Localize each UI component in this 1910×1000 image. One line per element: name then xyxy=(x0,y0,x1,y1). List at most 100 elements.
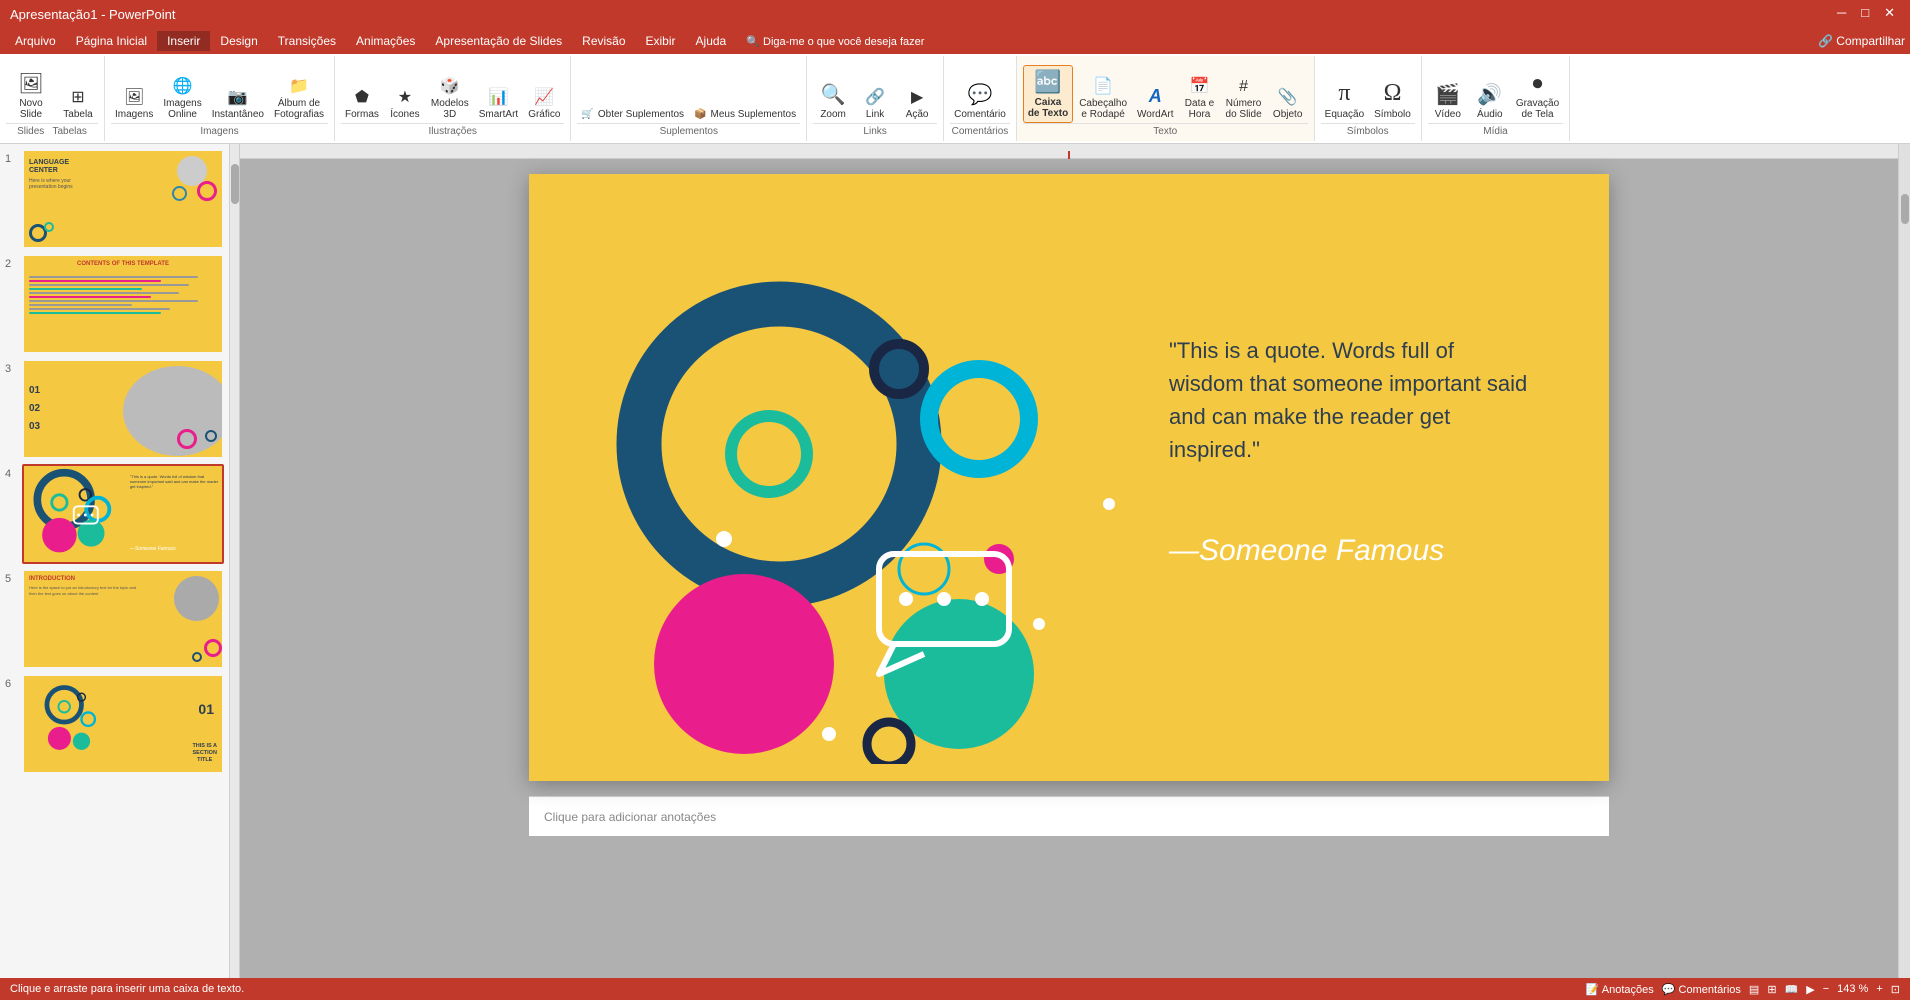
menu-animacoes[interactable]: Animações xyxy=(346,31,425,51)
modelos3d-btn[interactable]: 🎲 Modelos 3D xyxy=(427,73,473,123)
ribbon-group-links: 🔍 Zoom 🔗 Link ▶ Ação Links xyxy=(807,56,944,141)
menu-exibir[interactable]: Exibir xyxy=(636,31,686,51)
obter-suplementos-btn[interactable]: 🛒 Obter Suplementos xyxy=(577,106,688,123)
slide-panel-scrollbar[interactable] xyxy=(230,144,240,978)
comentarios-btn[interactable]: 💬 Comentários xyxy=(1662,983,1741,996)
link-btn[interactable]: 🔗 Link xyxy=(855,84,895,123)
comentario-btn[interactable]: 💬 Comentário xyxy=(950,79,1010,123)
zoom-plus-btn[interactable]: + xyxy=(1876,983,1882,995)
numero-slide-btn[interactable]: # Número do Slide xyxy=(1222,75,1266,123)
equacao-btn[interactable]: π Equação xyxy=(1321,77,1368,123)
anotacoes-btn[interactable]: 📝 Anotações xyxy=(1586,983,1654,996)
menu-transicoes[interactable]: Transições xyxy=(268,31,346,51)
audio-btn[interactable]: 🔊 Áudio xyxy=(1470,79,1510,123)
menu-inserir[interactable]: Inserir xyxy=(157,31,210,51)
album-btn[interactable]: 📁 Álbum de Fotografias xyxy=(270,73,328,123)
formas-btn[interactable]: ⬟ Formas xyxy=(341,84,383,123)
smartart-btn[interactable]: 📊 SmartArt xyxy=(475,84,522,123)
title-bar-text: Apresentação1 - PowerPoint xyxy=(10,7,175,22)
right-scrollbar[interactable] xyxy=(1898,144,1910,978)
slide-thumb-3[interactable]: 3 010203 xyxy=(5,359,224,459)
grafico-icon: 📈 xyxy=(534,87,554,107)
scrollbar-thumb[interactable] xyxy=(231,164,239,204)
quote-text: "This is a quote. Words full of wisdom t… xyxy=(1169,334,1529,466)
main-area: 1 LANGUAGECENTER Here is where yourprese… xyxy=(0,144,1910,978)
gravacao-tela-btn[interactable]: ⏺ Gravação de Tela xyxy=(1512,70,1563,123)
menu-ajuda[interactable]: Ajuda xyxy=(686,31,737,51)
ruler-top xyxy=(240,144,1898,159)
normal-view-btn[interactable]: ▤ xyxy=(1749,983,1759,996)
numero-slide-icon: # xyxy=(1239,78,1248,96)
share-btn[interactable]: 🔗 Compartilhar xyxy=(1818,34,1905,48)
imagens-group-label: Imagens xyxy=(111,123,328,137)
notes-bar[interactable]: Clique para adicionar anotações xyxy=(529,796,1609,836)
menu-arquivo[interactable]: Arquivo xyxy=(5,31,66,51)
imagens-btn[interactable]: 🖼 Imagens xyxy=(111,84,157,123)
slide-preview-4[interactable]: "This is a quote. Words full of wisdom t… xyxy=(22,464,224,564)
instantaneo-btn[interactable]: 📷 Instantâneo xyxy=(208,84,268,123)
right-scrollbar-thumb[interactable] xyxy=(1901,194,1909,224)
slide-preview-6[interactable]: 01 THIS IS ASECTIONTITLE xyxy=(22,674,224,774)
ribbon-group-comentarios: 💬 Comentário Comentários xyxy=(944,56,1017,141)
menu-revisao[interactable]: Revisão xyxy=(572,31,635,51)
formas-icon: ⬟ xyxy=(355,87,369,107)
grafico-btn[interactable]: 📈 Gráfico xyxy=(524,84,564,123)
obter-suplementos-icon: 🛒 xyxy=(581,109,593,120)
circles-decoration-svg xyxy=(579,224,1139,764)
slide-preview-3[interactable]: 010203 xyxy=(22,359,224,459)
menu-pagina-inicial[interactable]: Página Inicial xyxy=(66,31,157,51)
wordart-btn[interactable]: A WordArt xyxy=(1133,83,1178,123)
novo-slide-icon: 🖼 xyxy=(18,71,43,96)
minimize-btn[interactable]: ─ xyxy=(1837,5,1846,21)
ribbon-group-imagens: 🖼 Imagens 🌐 Imagens Online 📷 Instantâneo… xyxy=(105,56,335,141)
slide-sorter-btn[interactable]: ⊞ xyxy=(1767,983,1776,996)
thumb5-pink-circle xyxy=(204,639,222,657)
slide-preview-2[interactable]: CONTENTS OF THIS TEMPLATE xyxy=(22,254,224,354)
slide-panel: 1 LANGUAGECENTER Here is where yourprese… xyxy=(0,144,230,978)
maximize-btn[interactable]: □ xyxy=(1861,5,1869,21)
presentation-btn[interactable]: ▶ xyxy=(1806,983,1814,996)
icones-btn[interactable]: ★ Ícones xyxy=(385,84,425,123)
ribbon: 🖼 Novo Slide ⊞ Tabela Slides Tabelas 🖼 I… xyxy=(0,54,1910,144)
objeto-btn[interactable]: 📎 Objeto xyxy=(1268,84,1308,123)
close-btn[interactable]: ✕ xyxy=(1884,5,1895,21)
instantaneo-icon: 📷 xyxy=(228,87,248,107)
data-hora-btn[interactable]: 📅 Data e Hora xyxy=(1180,73,1220,123)
acao-btn[interactable]: ▶ Ação xyxy=(897,84,937,123)
menu-design[interactable]: Design xyxy=(210,31,267,51)
slide-preview-1[interactable]: LANGUAGECENTER Here is where yourpresent… xyxy=(22,149,224,249)
menu-apresentacao[interactable]: Apresentação de Slides xyxy=(425,31,572,51)
acao-icon: ▶ xyxy=(911,87,923,107)
title-bar: Apresentação1 - PowerPoint ─ □ ✕ xyxy=(0,0,1910,28)
caixa-texto-btn[interactable]: 🔤 Caixa de Texto xyxy=(1023,65,1073,123)
imagens-online-btn[interactable]: 🌐 Imagens Online xyxy=(159,73,205,123)
zoom-btn[interactable]: 🔍 Zoom xyxy=(813,79,853,123)
fit-slide-btn[interactable]: ⊡ xyxy=(1891,983,1900,996)
zoom-minus-btn[interactable]: − xyxy=(1823,983,1829,995)
data-hora-icon: 📅 xyxy=(1190,76,1210,96)
slide-thumb-5[interactable]: 5 INTRODUCTION Here is the space to put … xyxy=(5,569,224,669)
slide-thumb-2[interactable]: 2 CONTENTS OF THIS TEMPLATE xyxy=(5,254,224,354)
slide-thumb-4[interactable]: 4 xyxy=(5,464,224,564)
ribbon-images-buttons: 🖼 Imagens 🌐 Imagens Online 📷 Instantâneo… xyxy=(111,60,328,123)
cabecalho-rodape-icon: 📄 xyxy=(1093,76,1113,96)
slide-canvas[interactable]: "This is a quote. Words full of wisdom t… xyxy=(529,174,1609,781)
slide-thumb-6[interactable]: 6 01 THIS IS ASECTIONTITLE xyxy=(5,674,224,774)
reading-view-btn[interactable]: 📖 xyxy=(1785,983,1799,996)
midia-group-label: Mídia xyxy=(1428,123,1563,137)
status-text: Clique e arraste para inserir uma caixa … xyxy=(10,983,244,995)
imagens-online-icon: 🌐 xyxy=(173,76,193,96)
tabela-btn[interactable]: ⊞ Tabela xyxy=(58,84,98,123)
slide-thumb-1[interactable]: 1 LANGUAGECENTER Here is where yourprese… xyxy=(5,149,224,249)
audio-icon: 🔊 xyxy=(1477,82,1502,107)
search-box[interactable]: 🔍 Diga-me o que você deseja fazer xyxy=(746,35,924,48)
novo-slide-btn[interactable]: 🖼 Novo Slide xyxy=(6,68,56,123)
meus-suplementos-btn[interactable]: 📦 Meus Suplementos xyxy=(690,106,800,123)
slide-preview-5[interactable]: INTRODUCTION Here is the space to put an… xyxy=(22,569,224,669)
simbolo-btn[interactable]: Ω Símbolo xyxy=(1370,77,1415,123)
video-btn[interactable]: 🎬 Vídeo xyxy=(1428,79,1468,123)
meus-suplementos-icon: 📦 xyxy=(694,109,706,120)
ruler-indicator xyxy=(1068,151,1070,159)
simbolo-icon: Ω xyxy=(1384,80,1402,107)
cabecalho-rodape-btn[interactable]: 📄 Cabeçalho e Rodapé xyxy=(1075,73,1131,123)
